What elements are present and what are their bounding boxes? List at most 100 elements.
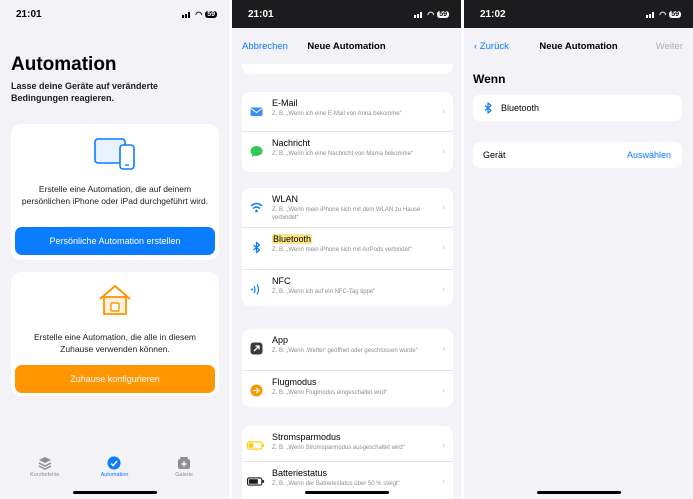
trigger-title: WLAN bbox=[272, 194, 299, 204]
status-icons: ◠ 59 bbox=[646, 10, 681, 19]
new-automation-screen: 21:01 ◠ 59 Abbrechen Neue Automation E-M… bbox=[232, 0, 461, 499]
section-title: Wenn bbox=[473, 72, 506, 86]
trigger-subtitle: Z. B. „Wenn ich eine Nachricht von Mama … bbox=[272, 151, 413, 157]
signal-icon bbox=[414, 11, 424, 18]
trigger-row-nfc[interactable]: NFC Z. B. „Wenn ich auf ein NFC-Tag tipp… bbox=[242, 270, 453, 306]
trigger-subtitle: Z. B. „Wenn ‚Wetter‘ geöffnet oder gesch… bbox=[272, 348, 418, 354]
page-title: Automation bbox=[11, 54, 117, 75]
bluetooth-trigger-screen: 21:02 ◠ 59 ‹ Zurück Neue Automation Weit… bbox=[464, 0, 693, 499]
tab-label: Kurzbefehle bbox=[30, 472, 60, 478]
battery-indicator: 59 bbox=[437, 10, 449, 18]
trigger-row-bluetooth[interactable]: Bluetooth Z. B. „Wenn mein iPhone sich m… bbox=[242, 228, 453, 270]
home-automation-text: Erstelle eine Automation, die alle in di… bbox=[33, 332, 197, 354]
next-button[interactable]: Weiter bbox=[656, 41, 683, 52]
app-icon bbox=[250, 342, 263, 355]
chevron-right-icon: › bbox=[442, 284, 445, 294]
nav-bar: ‹ Zurück Neue Automation Weiter bbox=[464, 28, 693, 64]
chevron-right-icon: › bbox=[442, 440, 445, 450]
trigger-summary: Bluetooth bbox=[473, 95, 682, 121]
personal-automation-text: Erstelle eine Automation, die auf deinem… bbox=[21, 184, 209, 206]
tab-label: Galerie bbox=[175, 472, 193, 478]
home-indicator bbox=[72, 491, 157, 494]
cancel-button[interactable]: Abbrechen bbox=[242, 41, 288, 52]
bluetooth-icon bbox=[484, 102, 492, 114]
chevron-right-icon: › bbox=[442, 385, 445, 395]
low-power-icon bbox=[247, 441, 265, 450]
mail-icon bbox=[250, 107, 263, 116]
status-icons: ◠ 59 bbox=[182, 10, 217, 19]
chevron-right-icon: › bbox=[442, 146, 445, 156]
status-bar: 21:01 ◠ 59 bbox=[0, 0, 229, 28]
device-label: Gerät bbox=[483, 150, 506, 160]
clock: 21:01 bbox=[16, 8, 42, 20]
choose-device-button[interactable]: Auswählen bbox=[627, 150, 671, 160]
signal-icon bbox=[182, 11, 192, 18]
trigger-group-connectivity: WLAN Z. B. „Wenn mein iPhone sich mit de… bbox=[242, 188, 453, 306]
trigger-group-power: Stromsparmodus Z. B. „Wenn Stromsparmodu… bbox=[242, 426, 453, 499]
tab-shortcuts[interactable]: Kurzbefehle bbox=[15, 448, 75, 499]
automation-icon bbox=[107, 456, 121, 470]
wifi-status-icon: ◠ bbox=[659, 9, 667, 19]
trigger-row-wifi[interactable]: WLAN Z. B. „Wenn mein iPhone sich mit de… bbox=[242, 188, 453, 228]
home-indicator bbox=[304, 491, 389, 494]
bluetooth-icon bbox=[253, 241, 261, 254]
trigger-row-message[interactable]: Nachricht Z. B. „Wenn ich eine Nachricht… bbox=[242, 132, 453, 172]
trigger-group-communication: E-Mail Z. B. „Wenn ich eine E-Mail von A… bbox=[242, 92, 453, 172]
wifi-status-icon: ◠ bbox=[195, 9, 203, 19]
status-bar: 21:02 ◠ 59 bbox=[464, 0, 693, 28]
back-button[interactable]: ‹ Zurück bbox=[474, 41, 509, 52]
home-icon bbox=[99, 285, 131, 315]
status-icons: ◠ 59 bbox=[414, 10, 449, 19]
scrolled-group-edge bbox=[242, 64, 453, 74]
home-indicator bbox=[536, 491, 621, 494]
screenshot-collage: 21:01 ◠ 59 Automation Lasse deine Geräte… bbox=[0, 0, 693, 499]
trigger-title: Flugmodus bbox=[272, 377, 317, 387]
trigger-subtitle: Z. B. „Wenn mein iPhone sich mit dem WLA… bbox=[272, 207, 421, 221]
shortcuts-icon bbox=[38, 457, 52, 470]
message-icon bbox=[250, 146, 263, 157]
chevron-right-icon: › bbox=[442, 476, 445, 486]
trigger-row-low-power[interactable]: Stromsparmodus Z. B. „Wenn Stromsparmodu… bbox=[242, 426, 453, 462]
chevron-right-icon: › bbox=[442, 343, 445, 353]
trigger-title: Bluetooth bbox=[272, 228, 453, 244]
clock: 21:01 bbox=[248, 8, 274, 20]
chevron-right-icon: › bbox=[442, 242, 445, 252]
trigger-title: NFC bbox=[272, 276, 291, 286]
trigger-name: Bluetooth bbox=[501, 103, 540, 113]
clock: 21:02 bbox=[480, 8, 506, 20]
signal-icon bbox=[646, 11, 656, 18]
trigger-subtitle: Z. B. „Wenn mein iPhone sich mit AirPods… bbox=[272, 247, 412, 253]
automation-screen: 21:01 ◠ 59 Automation Lasse deine Geräte… bbox=[0, 0, 229, 499]
trigger-row-email[interactable]: E-Mail Z. B. „Wenn ich eine E-Mail von A… bbox=[242, 92, 453, 132]
create-personal-automation-button[interactable]: Persönliche Automation erstellen bbox=[15, 227, 215, 255]
trigger-title: Stromsparmodus bbox=[272, 432, 341, 442]
trigger-title: Batteriestatus bbox=[272, 468, 328, 478]
trigger-row-app[interactable]: App Z. B. „Wenn ‚Wetter‘ geöffnet oder g… bbox=[242, 329, 453, 371]
page-subtitle: Lasse deine Geräte auf veränderte Beding… bbox=[11, 81, 159, 103]
battery-indicator: 59 bbox=[205, 10, 217, 18]
trigger-title: App bbox=[272, 335, 289, 345]
tab-label: Automation bbox=[100, 472, 129, 478]
personal-automation-card: Erstelle eine Automation, die auf deinem… bbox=[11, 124, 219, 260]
back-label: Zurück bbox=[479, 40, 509, 52]
trigger-subtitle: Z. B. „Wenn Stromsparmodus ausgeschaltet… bbox=[272, 445, 405, 451]
status-bar: 21:01 ◠ 59 bbox=[232, 0, 461, 28]
trigger-subtitle: Z. B. „Wenn ich eine E-Mail von Anna bek… bbox=[272, 111, 402, 117]
trigger-subtitle: Z. B. „Wenn ich auf ein NFC-Tag tippe“ bbox=[272, 289, 376, 295]
devices-icon bbox=[94, 138, 135, 170]
trigger-group-system: App Z. B. „Wenn ‚Wetter‘ geöffnet oder g… bbox=[242, 329, 453, 407]
trigger-title: E-Mail bbox=[272, 98, 298, 108]
battery-indicator: 59 bbox=[669, 10, 681, 18]
battery-icon bbox=[247, 477, 265, 486]
chevron-right-icon: › bbox=[442, 202, 445, 212]
tab-gallery[interactable]: Galerie bbox=[154, 448, 214, 499]
trigger-subtitle: Z. B. „Wenn Flugmodus eingeschaltet wird… bbox=[272, 390, 387, 396]
wifi-status-icon: ◠ bbox=[427, 9, 435, 19]
configure-home-button[interactable]: Zuhause konfigurieren bbox=[15, 365, 215, 393]
trigger-row-airplane[interactable]: Flugmodus Z. B. „Wenn Flugmodus eingesch… bbox=[242, 371, 453, 407]
airplane-icon bbox=[250, 384, 263, 397]
device-row[interactable]: Gerät Auswählen bbox=[473, 142, 682, 168]
home-automation-card: Erstelle eine Automation, die alle in di… bbox=[11, 272, 219, 396]
wifi-icon bbox=[250, 202, 263, 213]
gallery-icon bbox=[178, 457, 191, 469]
